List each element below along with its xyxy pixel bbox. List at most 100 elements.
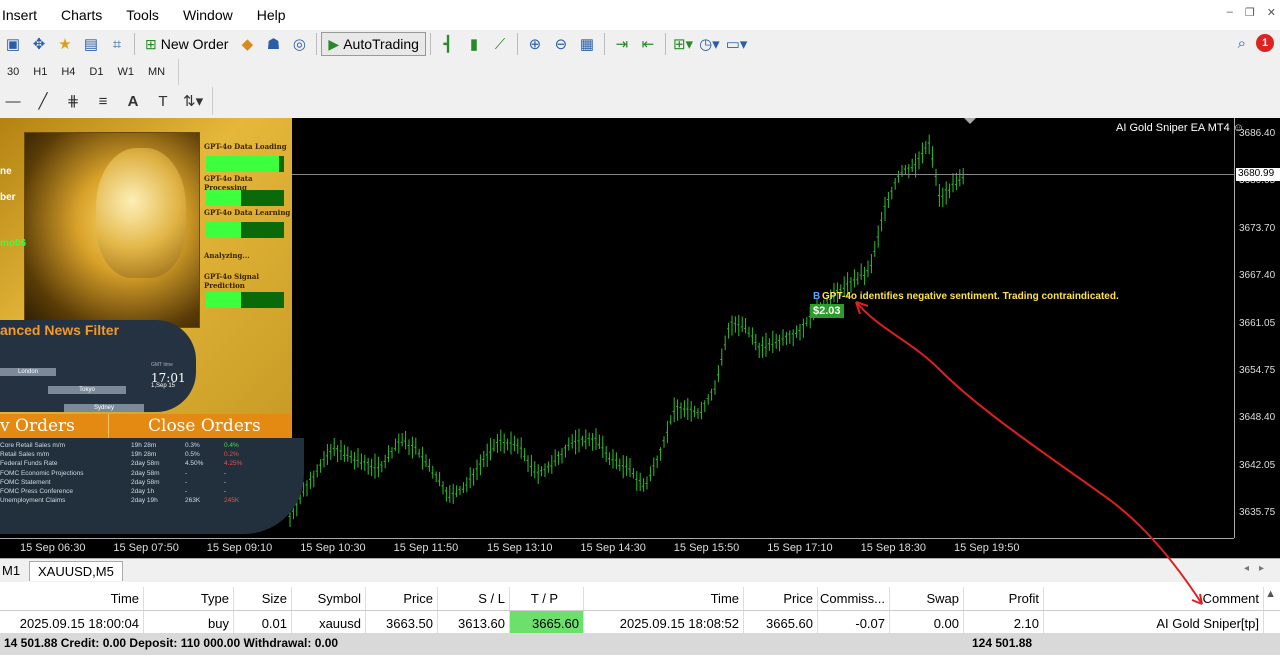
menu-window[interactable]: Window <box>171 0 245 30</box>
stage-label-loading: GPT-4o Data Loading <box>204 142 287 151</box>
news-row: FOMC Economic Projections 2day 58m - - <box>0 470 260 479</box>
notifications-badge[interactable]: 1 <box>1256 34 1274 52</box>
tab-scroll-arrows[interactable]: ◂▸ <box>1244 563 1274 574</box>
chart-shift-icon[interactable]: ⇥ <box>609 32 635 56</box>
fibonacci-icon[interactable]: ⋕ <box>60 89 86 113</box>
menu-charts[interactable]: Charts <box>49 0 114 30</box>
column-header-open-time[interactable]: Time <box>0 587 144 610</box>
chart-tabs: M1 XAUUSD,M5 ◂▸ <box>0 558 1280 582</box>
gmt-date: 1,Sep 15 <box>151 383 176 389</box>
cell-comment: AI Gold Sniper[tp] <box>1044 611 1264 635</box>
time-axis[interactable]: 15 Sep 06:30 15 Sep 07:50 15 Sep 09:10 15 S… <box>0 538 1234 558</box>
bar-chart-icon[interactable]: ┫ <box>435 32 461 56</box>
periods-icon[interactable]: ◷▾ <box>696 32 723 56</box>
column-header-close-time[interactable]: Time <box>584 587 744 610</box>
zoom-out-icon[interactable]: ⊖ <box>548 32 574 56</box>
crosshair-icon[interactable]: ✥ <box>26 32 52 56</box>
price-chart[interactable]: AI Gold Sniper EA MT4 ☺ GPT-4o identifie… <box>0 118 1280 558</box>
timeframe-h4[interactable]: H4 <box>54 66 82 78</box>
news-row: FOMC Statement 2day 58m - - <box>0 479 260 488</box>
toolbar-separator <box>134 33 135 55</box>
scroll-up-icon[interactable]: ▲ <box>1265 588 1276 600</box>
menu-bar: Insert Charts Tools Window Help – ❐ ✕ <box>0 0 1280 30</box>
menu-tools[interactable]: Tools <box>114 0 171 30</box>
column-header-comment[interactable]: Comment <box>1044 587 1264 610</box>
new-orders-button[interactable]: v Orders <box>0 416 75 436</box>
menu-insert[interactable]: Insert <box>0 0 49 30</box>
new-chart-icon[interactable]: ▣ <box>0 32 26 56</box>
table-row[interactable]: 2025.09.15 18:00:04 buy 0.01 xauusd 3663.50 3… <box>0 611 1280 635</box>
column-header-size[interactable]: Size <box>234 587 292 610</box>
toolbar-separator <box>664 33 666 55</box>
tile-windows-icon[interactable]: ▦ <box>574 32 600 56</box>
summary-row: 14 501.88 Credit: 0.00 Deposit: 110 000.… <box>0 633 1280 655</box>
news-cell: 0.3% <box>185 442 200 449</box>
tab-xauusd-m5[interactable]: XAUUSD,M5 <box>29 561 123 581</box>
close-orders-button[interactable]: Close Orders <box>148 416 261 436</box>
column-header-close-price[interactable]: Price <box>744 587 818 610</box>
line-chart-icon[interactable]: ⟋ <box>487 32 513 56</box>
restore-icon[interactable]: ❐ <box>1245 6 1255 19</box>
tab-m1[interactable]: M1 <box>0 561 28 581</box>
column-header-symbol[interactable]: Symbol <box>292 587 366 610</box>
text-label-icon[interactable]: T <box>150 89 176 113</box>
candlestick-icon[interactable]: ▮ <box>461 32 487 56</box>
menu-help[interactable]: Help <box>245 0 298 30</box>
timeframe-mn[interactable]: MN <box>141 66 172 78</box>
autotrading-button[interactable]: ▶ AutoTrading <box>321 32 426 56</box>
zoom-in-icon[interactable]: ⊕ <box>522 32 548 56</box>
signals-icon[interactable]: ◎ <box>286 32 312 56</box>
column-header-commission[interactable]: Commiss... <box>818 587 890 610</box>
time-tick-label: 15 Sep 06:30 <box>20 542 86 554</box>
search-icon[interactable]: ⌕ <box>1238 35 1246 52</box>
stage-label-analyzing: Analyzing... <box>204 251 250 260</box>
ea-info-panel: ne ber mo06 GPT-4o Data Loading GPT-4o D… <box>0 118 292 438</box>
timeframe-w1[interactable]: W1 <box>110 66 141 78</box>
cell-take-profit: 3665.60 <box>510 611 584 635</box>
meta-editor-icon[interactable]: ◆ <box>234 32 260 56</box>
minimize-icon[interactable]: – <box>1227 6 1233 19</box>
column-header-type[interactable]: Type <box>144 587 234 610</box>
stage-bar-fill <box>206 292 242 308</box>
close-icon[interactable]: ✕ <box>1267 6 1276 19</box>
timeframe-d1[interactable]: D1 <box>82 66 110 78</box>
navigator-icon[interactable]: ▤ <box>78 32 104 56</box>
new-order-icon: ⊞ <box>145 35 157 52</box>
horizontal-line-icon[interactable]: — <box>0 89 26 113</box>
stage-label-prediction: GPT-4o Signal Prediction <box>204 272 260 290</box>
stage-bar-fill <box>206 156 280 172</box>
column-header-profit[interactable]: Profit <box>964 587 1044 610</box>
chart-shift-marker[interactable] <box>964 118 976 124</box>
standard-toolbar: ▣ ✥ ★ ▤ ⌗ ⊞ New Order ◆ ☗ ◎ ▶ AutoTradin… <box>0 30 1280 58</box>
news-cell: 2day 1h <box>131 488 155 495</box>
community-icon[interactable]: ☗ <box>260 32 286 56</box>
timeframe-m30[interactable]: 30 <box>0 66 26 78</box>
side-label: ne <box>0 166 12 177</box>
timeframe-h1[interactable]: H1 <box>26 66 54 78</box>
favorites-icon[interactable]: ★ <box>52 32 78 56</box>
trade-profit-tag: $2.03 <box>810 304 844 318</box>
channel-icon[interactable]: ≡ <box>90 89 116 113</box>
side-label: ber <box>0 192 16 203</box>
trendline-icon[interactable]: ╱ <box>30 89 56 113</box>
indicators-icon[interactable]: ⊞▾ <box>670 32 696 56</box>
column-header-take-profit[interactable]: T / P <box>510 587 584 610</box>
mt4-window: Insert Charts Tools Window Help – ❐ ✕ ▣ … <box>0 0 1280 658</box>
new-order-button[interactable]: ⊞ New Order <box>139 32 234 56</box>
autoscroll-icon[interactable]: ⇤ <box>635 32 661 56</box>
templates-icon[interactable]: ▭▾ <box>723 32 751 56</box>
news-cell: 19h 28m <box>131 442 157 449</box>
text-icon[interactable]: A <box>120 89 146 113</box>
city-label-london: London <box>0 368 56 376</box>
column-header-swap[interactable]: Swap <box>890 587 964 610</box>
column-header-open-price[interactable]: Price <box>366 587 438 610</box>
arrows-icon[interactable]: ⇅▾ <box>180 89 206 113</box>
time-tick-label: 15 Sep 14:30 <box>580 542 646 554</box>
time-tick-label: 15 Sep 10:30 <box>300 542 366 554</box>
column-header-stop-loss[interactable]: S / L <box>438 587 510 610</box>
side-label: mo06 <box>0 238 27 249</box>
price-axis[interactable]: 3686.403680.053673.703667.403661.053654.… <box>1234 118 1280 538</box>
ea-name-label: AI Gold Sniper EA MT4 ☺ <box>1116 122 1245 134</box>
strategy-tester-icon[interactable]: ⌗ <box>104 32 130 56</box>
price-tick-label: 3648.40 <box>1239 412 1276 424</box>
